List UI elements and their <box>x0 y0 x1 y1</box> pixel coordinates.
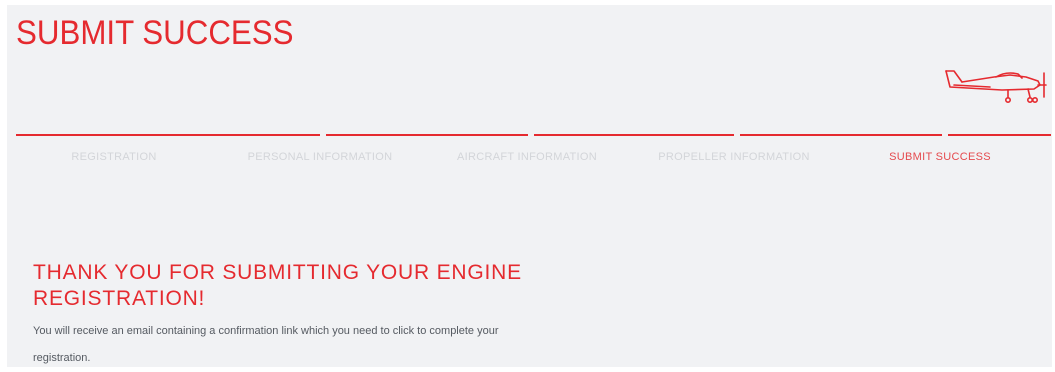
confirmation-message: You will receive an email containing a c… <box>33 325 499 364</box>
step-aircraft-information[interactable]: AIRCRAFT INFORMATION <box>457 150 597 164</box>
progress-segment-3 <box>326 134 528 136</box>
step-propeller-information[interactable]: PROPELLER INFORMATION <box>658 150 810 164</box>
page-title: SUBMIT SUCCESS <box>16 14 294 52</box>
progress-segment-2 <box>120 134 320 136</box>
step-personal-information[interactable]: PERSONAL INFORMATION <box>248 150 393 164</box>
progress-segment-4 <box>534 134 734 136</box>
confirmation-heading: THANK YOU FOR SUBMITTING YOUR ENGINE REG… <box>33 261 522 310</box>
step-registration[interactable]: REGISTRATION <box>71 150 156 164</box>
progress-segment-5 <box>740 134 942 136</box>
progress-segment-6 <box>948 134 1051 136</box>
airplane-icon <box>945 70 1047 103</box>
registration-panel: SUBMIT SUCCESS REGISTRATION PERSONAL INF… <box>7 5 1052 367</box>
progress-bar <box>16 134 1051 137</box>
step-submit-success: SUBMIT SUCCESS <box>889 151 991 163</box>
